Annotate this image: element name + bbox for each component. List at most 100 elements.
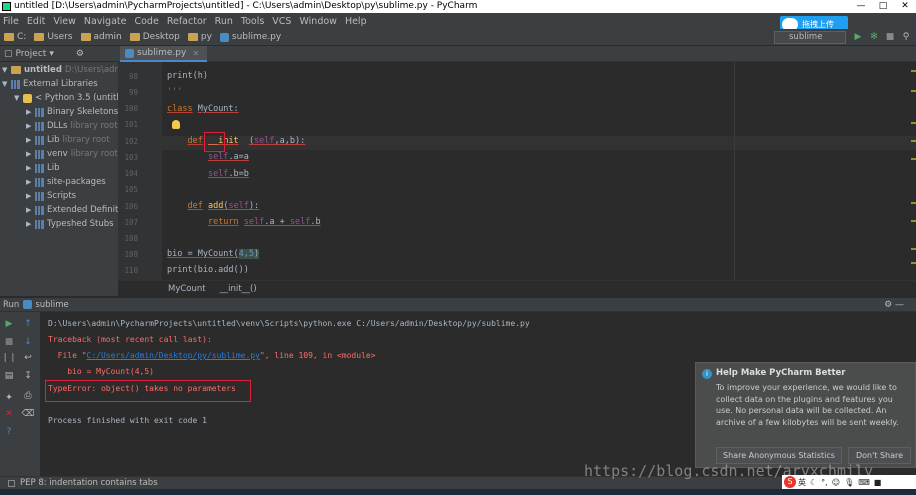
soft-wrap-icon[interactable]: ↩ [22,352,34,364]
help-icon[interactable]: ? [3,426,15,438]
ime-mic-icon[interactable]: 🎙 [844,478,854,487]
breadcrumb-method[interactable]: __init__() [220,284,257,294]
menu-code[interactable]: Code [134,16,158,27]
chevron-right-icon: ▶ [26,150,32,158]
menu-window[interactable]: Window [299,16,336,27]
notification-title: Help Make PyCharm Better [716,368,846,378]
ime-punct-icon[interactable]: °, [821,478,828,487]
sogou-icon[interactable]: S [784,476,796,488]
minimize-icon[interactable]: — [850,0,872,13]
rerun-icon[interactable]: ▶ [3,318,15,330]
stripe-mark [911,248,916,250]
window-title-bar: untitled [D:\Users\admin\PycharmProjects… [0,0,916,13]
ime-emoji-icon[interactable]: ☺ [832,478,840,487]
ime-moon-icon[interactable]: ☾ [810,478,817,487]
project-header-label[interactable]: Project [16,49,47,59]
highlight-box-init [204,132,225,152]
chevron-right-icon: ▶ [26,206,32,214]
nav-crumb-desktop[interactable]: Desktop [129,32,180,42]
lightbulb-icon[interactable] [172,120,180,129]
tool-window-toggle-icon[interactable] [8,479,15,487]
debug-icon[interactable]: ✻ [868,31,880,43]
line-number: 99 [128,88,138,97]
tree-item-external-libraries[interactable]: ▼ External Libraries [2,77,98,91]
menu-edit[interactable]: Edit [27,16,45,27]
chevron-right-icon: ▶ [26,136,32,144]
traceback-file-link[interactable]: C:/Users/admin/Desktop/py/sublime.py [87,351,260,360]
tree-item-extended-definitions[interactable]: ▶ Extended Definiti [26,203,118,217]
menu-refactor[interactable]: Refactor [167,16,207,27]
close-icon[interactable]: ✕ [894,0,916,13]
tree-item-python-sdk[interactable]: ▼ < Python 3.5 (untitle [14,91,118,105]
library-icon [35,149,44,159]
menu-run[interactable]: Run [215,16,233,27]
search-icon[interactable]: ⚲ [900,31,912,43]
pycharm-app-icon [2,2,11,11]
tree-item-lib[interactable]: ▶ Lib library root [26,133,110,147]
code-line: class MyCount: [167,104,239,114]
editor-tab-bar: sublime.py ✕ [118,46,916,62]
arrow-down-icon[interactable]: ↓ [22,336,34,348]
tree-item-site-packages[interactable]: ▶ site-packages [26,175,106,189]
tree-item-lib-2[interactable]: ▶ Lib [26,161,60,175]
line-number: 110 [124,266,138,275]
tree-item-venv[interactable]: ▶ venv library root [26,147,118,161]
project-panel-header: ▢ Project ▾ ⚙ [0,46,118,62]
nav-crumb-drive[interactable]: C: [4,32,26,42]
print-icon[interactable]: ⎙ [22,390,34,402]
nav-crumb-admin[interactable]: admin [80,32,122,42]
close-run-icon[interactable]: ✕ [3,408,15,420]
settings-gear-icon[interactable]: ⚙ — [884,300,904,310]
library-icon [35,163,44,173]
info-icon: i [702,369,712,379]
ime-keyboard-icon[interactable]: ⌨ [858,478,870,487]
tree-item-scripts[interactable]: ▶ Scripts [26,189,76,203]
nav-crumb-py[interactable]: py [187,32,212,42]
nav-crumb-file[interactable]: sublime.py [219,32,281,42]
menu-tools[interactable]: Tools [241,16,264,27]
line-number: 98 [128,72,138,81]
stripe-mark [911,90,916,92]
restore-layout-icon[interactable]: ▤ [3,370,15,382]
trash-icon[interactable]: ⌫ [22,408,35,420]
chevron-down-icon[interactable]: ▾ [49,49,54,59]
window-controls: — □ ✕ [850,0,916,13]
menu-help[interactable]: Help [345,16,367,27]
close-tab-icon[interactable]: ✕ [192,49,199,58]
ime-language[interactable]: 英 [798,477,806,488]
nav-crumb-users[interactable]: Users [34,32,73,42]
settings-gear-icon[interactable]: ⚙ [76,49,84,59]
run-toolbar-side: ▶ ↑ ■ ↓ ❙❙ ↩ ▤ ↧ ✦ ⎙ ✕ ⌫ ? [0,312,40,476]
pin-icon[interactable]: ✦ [3,392,15,404]
run-tool-label[interactable]: Run [3,300,19,310]
menu-navigate[interactable]: Navigate [84,16,127,27]
arrow-up-icon[interactable]: ↑ [22,318,34,330]
stripe-mark [911,70,916,72]
code-editor[interactable]: print(h) ''' class MyCount: def __init (… [162,62,916,280]
menu-view[interactable]: View [53,16,76,27]
run-config-select[interactable]: sublime [774,31,846,44]
ime-shirt-icon[interactable]: ■ [874,478,882,487]
line-number: 101 [124,120,138,129]
tab-sublime-py[interactable]: sublime.py ✕ [120,46,208,62]
line-number: 100 [124,104,138,113]
code-line: def add(self): [187,201,260,211]
error-stripe[interactable] [910,62,916,280]
tree-item-untitled[interactable]: ▼ untitled D:\Users\adm [2,63,118,77]
scroll-to-end-icon[interactable]: ↧ [22,370,34,382]
code-line: print(bio.add()) [167,265,249,275]
tree-item-typeshed-stubs[interactable]: ▶ Typeshed Stubs [26,217,114,231]
maximize-icon[interactable]: □ [872,0,894,13]
stop-icon[interactable]: ■ [3,336,15,348]
breadcrumb-class[interactable]: MyCount [168,284,206,294]
tree-item-binary-skeletons[interactable]: ▶ Binary Skeletons [26,105,118,119]
menu-vcs[interactable]: VCS [272,16,291,27]
stop-icon[interactable]: ■ [884,31,896,43]
run-icon[interactable]: ▶ [852,31,864,43]
tree-item-dlls[interactable]: ▶ DLLs library root [26,119,118,133]
run-config-label[interactable]: sublime [35,300,68,310]
pause-icon[interactable]: ❙❙ [1,352,16,364]
menu-file[interactable]: File [3,16,19,27]
code-line: ''' [167,87,183,97]
code-line: self.b=b [207,169,249,179]
